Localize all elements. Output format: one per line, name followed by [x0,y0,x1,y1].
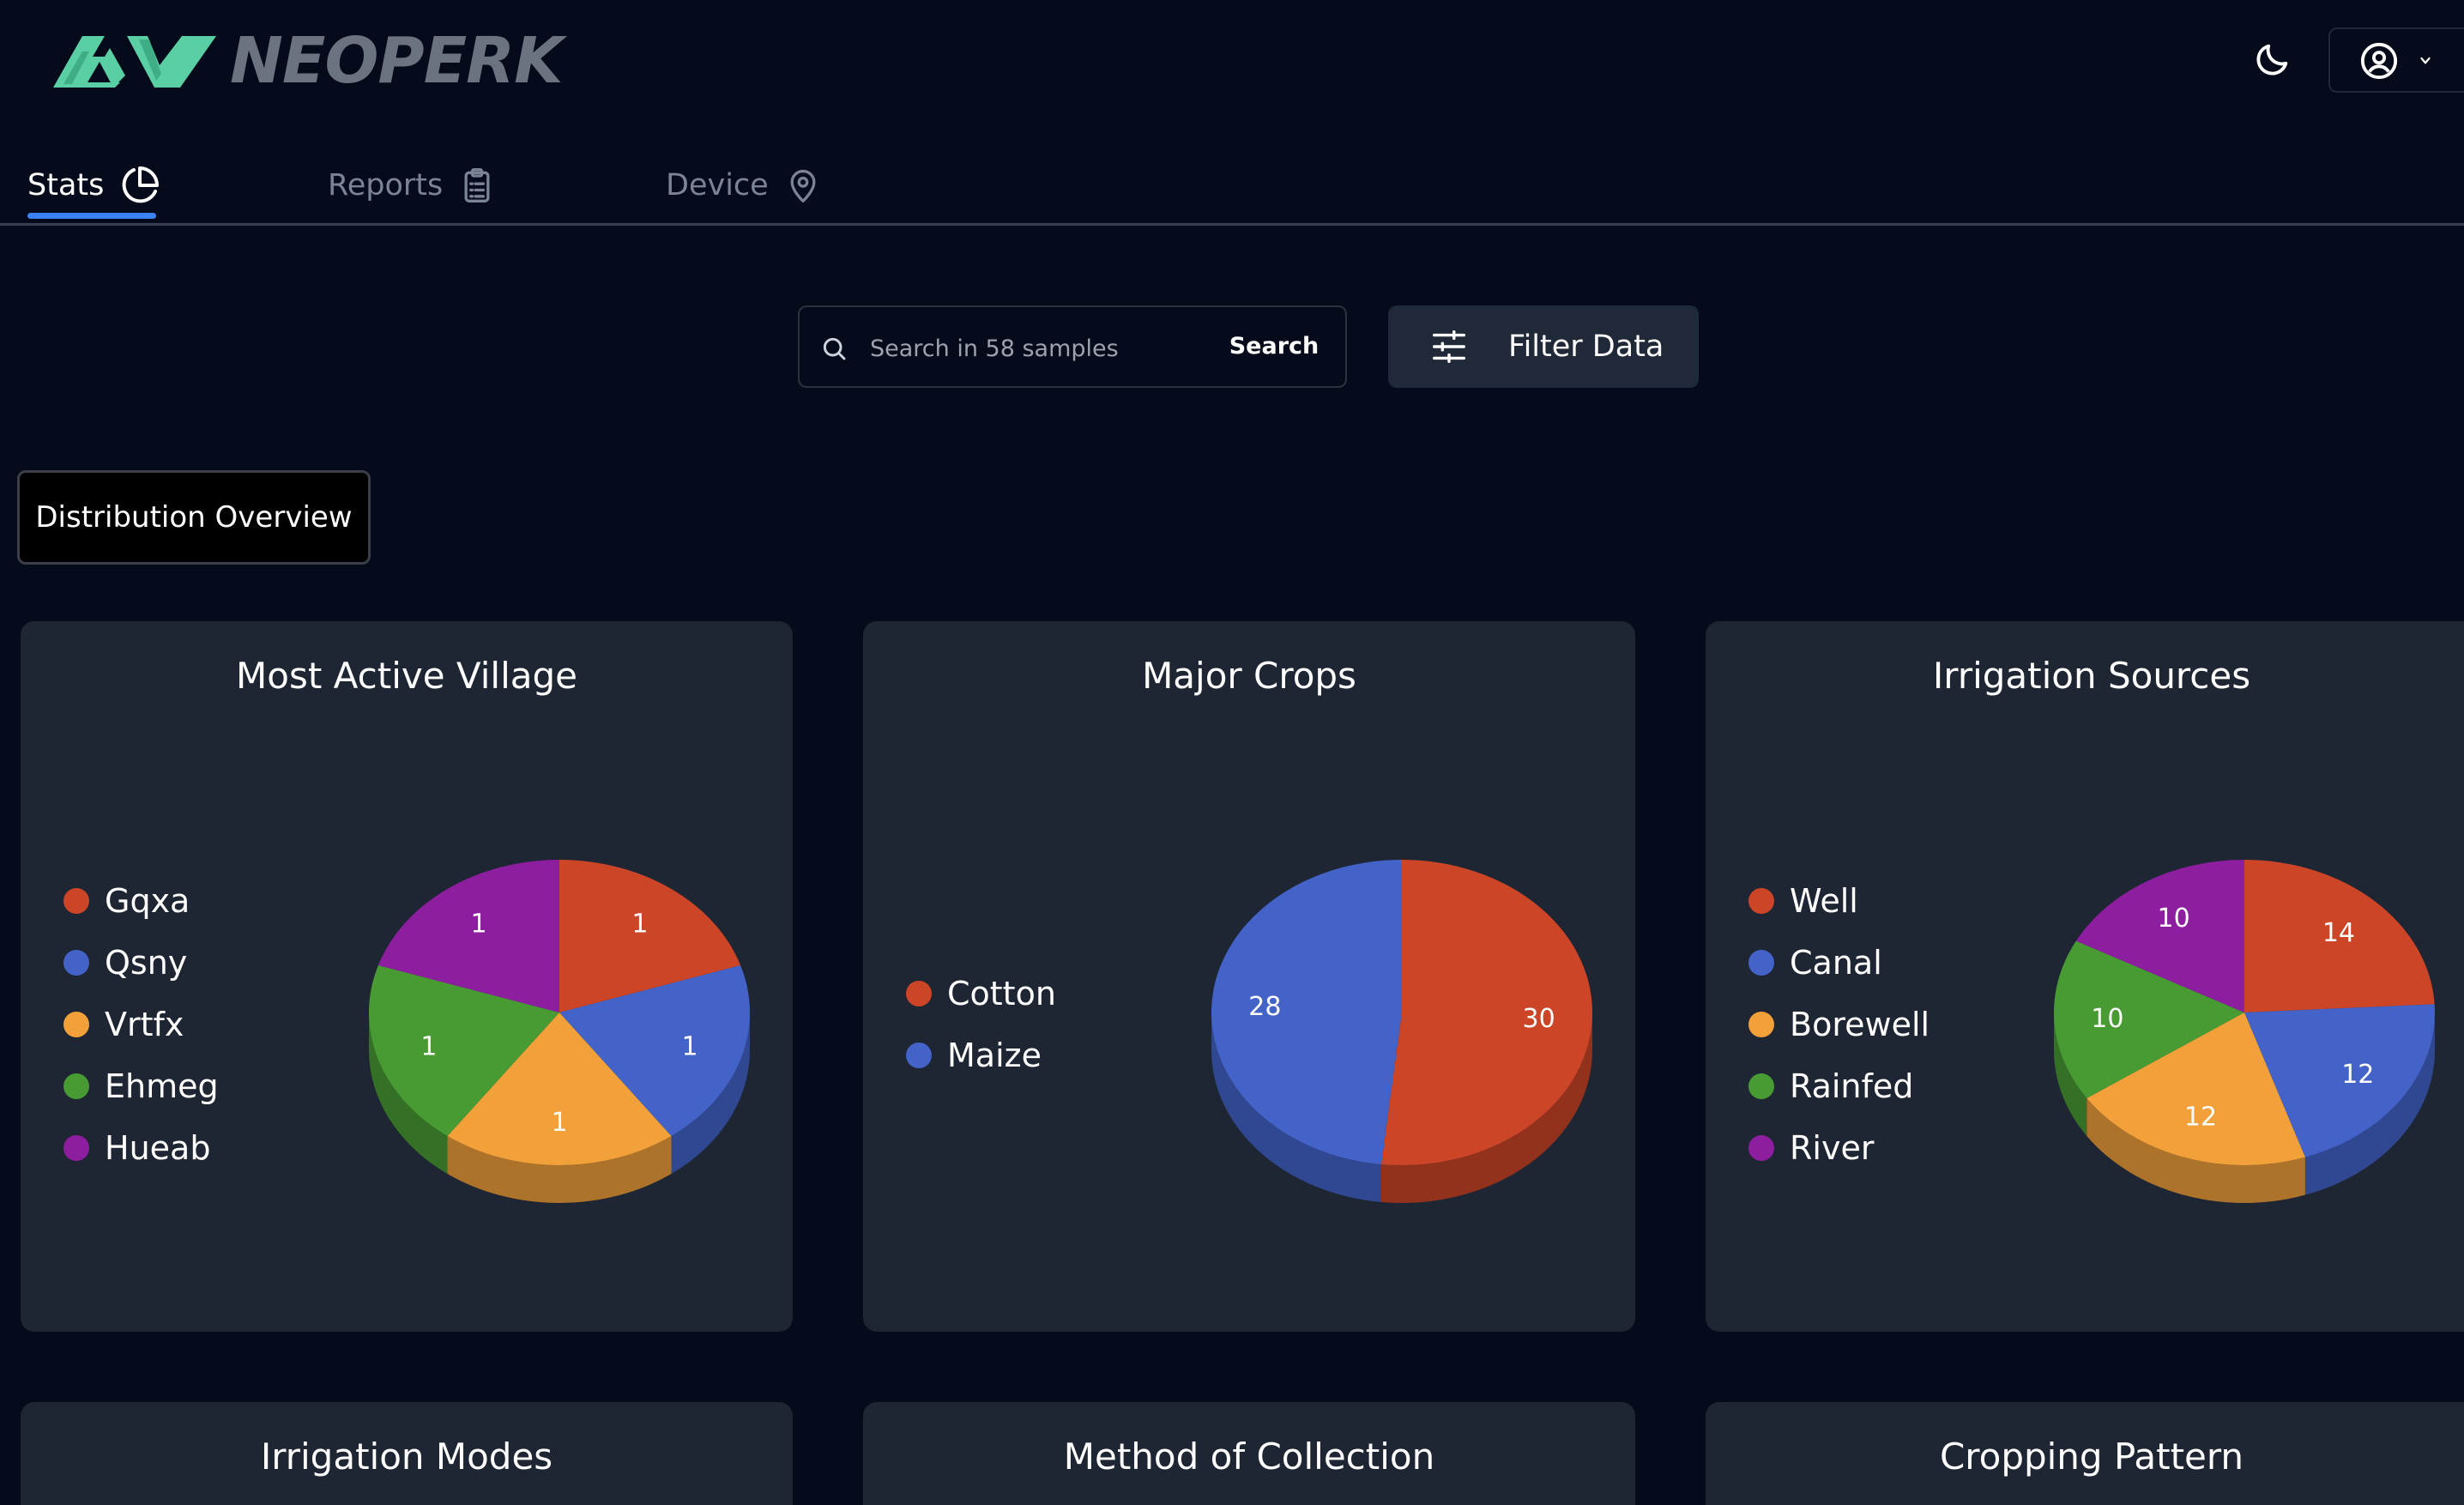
search-input[interactable] [868,323,1249,374]
user-menu-button[interactable] [2328,27,2464,93]
sliders-icon [1433,330,1465,363]
chart-card-most-active-village: Most Active Village Gqxa Qsny Vrtfx Ehmeg Hu… [21,621,793,1332]
active-tab-indicator [27,213,156,219]
chart-title: Cropping Pattern [1939,1435,2244,1478]
pie-value-label: 28 [1248,992,1281,1022]
pie-value-label: 1 [551,1108,567,1138]
tab-device[interactable]: Device [666,165,822,206]
chart-card-major-crops: Major Crops Cotton Maize 30 28 [863,621,1635,1332]
chart-card-irrigation-sources: Irrigation Sources Well Canal Borewell Rain… [1706,621,2464,1332]
search-icon [823,337,846,360]
pie-value-label: 1 [631,909,648,939]
pie-value-label: 10 [2091,1004,2123,1034]
distribution-overview-button[interactable]: Distribution Overview [17,470,371,565]
pie-value-label: 12 [2184,1102,2217,1132]
theme-toggle-button[interactable] [2253,39,2292,79]
pie-value-label: 1 [420,1032,437,1062]
chart-title: Method of Collection [1063,1435,1435,1478]
tab-reports-label: Reports [328,168,444,202]
clipboard-icon [464,168,490,202]
chart-card-cropping-pattern: Cropping Pattern [1706,1402,2464,1505]
user-circle-icon [2360,42,2398,80]
pie-value-label: 1 [681,1032,698,1062]
filter-data-button[interactable]: Filter Data [1388,305,1699,388]
pie-value-label: 14 [2322,918,2355,948]
pie-value-label: 12 [2341,1060,2374,1090]
chart-card-irrigation-modes: Irrigation Modes [21,1402,793,1505]
pie-value-label: 1 [471,909,487,939]
pie-chart: 30 28 [1211,860,1593,1203]
pie-value-label: 10 [2158,904,2190,934]
moon-icon [2256,44,2288,76]
tab-bar: Stats Reports Device [0,154,2464,226]
app-logo[interactable]: NEOPERK [53,29,563,93]
chevron-down-icon [2420,57,2431,64]
logo-mark-icon [53,36,216,88]
chart-title: Irrigation Modes [260,1435,553,1478]
tab-device-label: Device [666,168,769,202]
pie-chart-icon [122,166,160,203]
map-pin-icon [790,169,816,202]
filter-data-label: Filter Data [1508,329,1664,364]
pie-chart: 1 1 1 1 1 [369,860,750,1203]
pie-chart: 14 12 12 10 10 [2054,860,2435,1203]
logo-text: NEOPERK [230,24,563,98]
tab-reports[interactable]: Reports [328,165,496,206]
tab-stats-label: Stats [27,168,105,202]
pie-value-label: 30 [1523,1004,1555,1034]
search-button[interactable]: Search [1210,323,1338,371]
chart-card-method-of-collection: Method of Collection [863,1402,1635,1505]
tab-stats[interactable]: Stats [27,165,160,206]
